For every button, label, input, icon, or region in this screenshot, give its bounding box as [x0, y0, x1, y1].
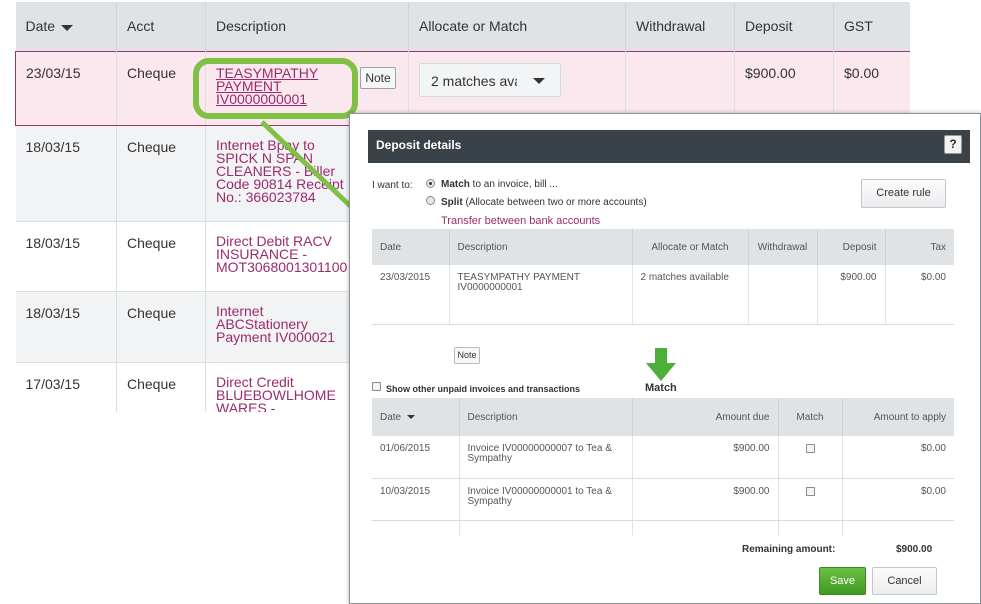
note-button[interactable]: Note	[360, 67, 396, 89]
column-deposit: Deposit	[734, 2, 834, 51]
cell-date: 23/03/15	[15, 50, 117, 126]
invoice-match-table: Date Description Amount due Match Amount…	[372, 398, 954, 536]
cell-date: 18/03/15	[15, 125, 117, 222]
transaction-table: Date Description Allocate or Match Withd…	[372, 229, 954, 325]
description-text: Direct Credit BLUEBOWLHOMEWARES - IV0000…	[216, 373, 336, 413]
sort-desc-icon	[61, 24, 74, 31]
cancel-button[interactable]: Cancel	[872, 567, 937, 595]
match-option-label[interactable]: Match to an invoice, bill ...	[441, 179, 558, 190]
i-want-to-label: I want to:	[372, 180, 413, 191]
table-header-row: Date Acct Description Allocate or Match …	[15, 2, 910, 51]
column-gst: GST	[833, 2, 910, 51]
dialog-title: Deposit details	[376, 138, 462, 152]
match-label: Match	[645, 382, 677, 394]
cell-date: 18/03/15	[15, 291, 117, 363]
split-radio[interactable]	[426, 196, 435, 205]
allocate-match-select[interactable]: 2 matches available	[419, 63, 561, 97]
split-option-label[interactable]: Split (Allocate between two or more acco…	[441, 197, 647, 208]
deposit-details-dialog: Deposit details ? I want to: Match to an…	[349, 113, 981, 604]
table-row: 10/03/2015 Invoice IV00000000001 to Tea …	[372, 478, 954, 521]
table-header-row: Date Description Allocate or Match Withd…	[372, 229, 954, 265]
description-text: Internet ABCStationery Payment IV000021	[216, 302, 336, 345]
note-button[interactable]: Note	[454, 347, 480, 364]
column-description: Description	[205, 2, 409, 51]
cell-date: 17/03/15	[15, 362, 117, 412]
table-header-row: Date Description Amount due Match Amount…	[372, 398, 954, 436]
column-allocate-or-match: Allocate or Match	[408, 2, 626, 51]
column-date[interactable]: Date	[15, 2, 117, 51]
column-date[interactable]: Date	[372, 398, 460, 436]
table-row: 01/06/2015 Invoice IV00000000007 to Tea …	[372, 436, 954, 479]
description-text: Internet Bpay to SPICK N SPAN CLEANERS -…	[216, 136, 344, 205]
highlight-callout	[193, 58, 358, 119]
column-withdrawal: Withdrawal	[625, 2, 735, 51]
create-rule-button[interactable]: Create rule	[861, 179, 946, 208]
match-radio[interactable]	[426, 179, 435, 188]
cell-acct: Cheque	[116, 362, 206, 412]
match-checkbox[interactable]	[805, 486, 815, 496]
cell-acct: Cheque	[116, 221, 206, 292]
remaining-amount-value: $900.00	[896, 544, 933, 555]
save-button[interactable]: Save	[819, 567, 866, 595]
cell-date: 18/03/15	[15, 221, 117, 292]
dialog-header: Deposit details ?	[368, 130, 970, 163]
show-other-label: Show other unpaid invoices and transacti…	[386, 384, 581, 394]
show-other-checkbox[interactable]	[372, 382, 381, 391]
remaining-amount-label: Remaining amount:	[742, 544, 836, 555]
cell-acct: Cheque	[116, 291, 206, 363]
description-text: Direct Debit RACV INSURANCE - MOT3068001…	[216, 232, 348, 275]
sort-desc-icon	[407, 414, 416, 419]
help-button[interactable]: ?	[944, 135, 962, 154]
arrow-down-icon	[646, 348, 676, 381]
match-checkbox[interactable]	[805, 444, 815, 453]
transfer-link[interactable]: Transfer between bank accounts	[441, 215, 600, 227]
chevron-down-icon	[533, 78, 545, 84]
cell-acct: Cheque	[116, 125, 206, 222]
table-row: 23/03/2015 TEASYMPATHY PAYMENT IV0000000…	[372, 265, 954, 325]
column-acct: Acct	[116, 2, 206, 51]
